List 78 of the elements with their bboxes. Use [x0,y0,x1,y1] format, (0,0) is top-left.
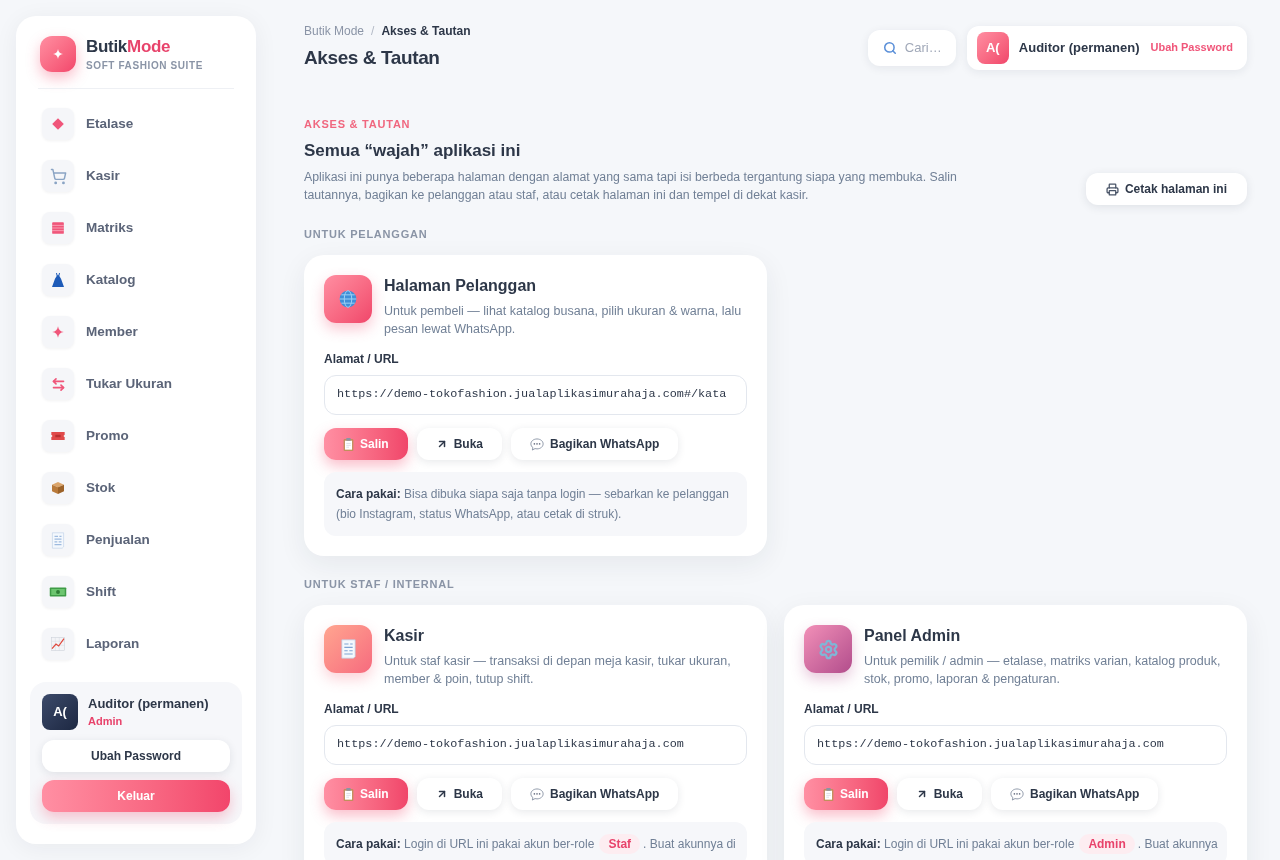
clipboard-icon [343,787,354,801]
usage-note-text: Cara pakai: Login di URL ini pakai akun ber-role [816,836,1075,853]
banknote-icon [42,576,74,608]
receipt-icon [324,625,372,673]
nav-item[interactable]: Katalog [30,258,242,302]
open-button[interactable]: Buka [896,778,983,810]
breadcrumb-separator: / [371,23,375,39]
section-eyebrow: AKSES & TAUTAN [304,117,412,132]
group-label: UNTUK PELANGGAN [304,227,429,242]
nav-item[interactable]: Tukar Ukuran [30,362,242,406]
ticket-icon [42,420,74,452]
page-title: Akses & Tautan [304,46,441,70]
search-icon [882,40,897,55]
open-button[interactable]: Buka [416,428,503,460]
usage-note-text: . Buat akunnya di [643,836,736,853]
url-field[interactable]: https://demo-tokofashion.jualaplikasimurahaja.com [324,725,747,765]
card-title: Kasir [384,626,426,646]
group-label: UNTUK STAF / INTERNAL [304,577,456,592]
card-description: Untuk staf kasir — transaksi di depan meja kasir, tukar ukuran, member & poin, tutup shift. [384,653,732,688]
user-avatar: A( [42,694,78,730]
globe-icon [324,275,372,323]
nav-item[interactable]: Laporan [30,622,242,666]
url-label: Alamat / URL [804,701,880,717]
box-icon [42,472,74,504]
url-label: Alamat / URL [324,701,400,717]
user-name: Auditor (permanen) [88,695,209,713]
brand-name: ButikMode [86,36,172,57]
open-button[interactable]: Buka [416,778,503,810]
breadcrumb-link[interactable]: Butik Mode [304,23,365,39]
sparkle-logo-icon [40,36,76,72]
nav-item[interactable]: Etalase [30,102,242,146]
nav-item[interactable]: Matriks [30,206,242,250]
user-name: Auditor (permanen) [1018,38,1140,57]
chart-icon [42,628,74,660]
speech-bubble-icon [1010,787,1025,801]
user-role: Admin [88,714,124,729]
card-title: Halaman Pelanggan [384,276,538,296]
brand-tagline: SOFT FASHION SUITE [86,59,203,72]
change-password-link[interactable]: Ubah Password [1150,39,1233,56]
receipt-icon [42,524,74,556]
speech-bubble-icon [530,787,545,801]
url-field[interactable]: https://demo-tokofashion.jualaplikasimurahaja.com [804,725,1227,765]
usage-note-text: Cara pakai: Login di URL ini pakai akun ber-role [336,836,595,853]
share-whatsapp-button[interactable]: Bagikan WhatsApp [511,428,679,460]
nav-item[interactable]: Kasir [30,154,242,198]
breadcrumb-current: Akses & Tautan [381,23,471,39]
cart-icon [42,160,74,192]
nav-item[interactable]: Stok [30,466,242,510]
nav-item[interactable]: Member [30,310,242,354]
nav-item[interactable]: Penjualan [30,518,242,562]
card-description: Untuk pembeli — lihat katalog busana, pilih ukuran & warna, lalu pesan lewat WhatsApp. [384,303,743,338]
url-field[interactable]: https://demo-tokofashion.jualaplikasimurahaja.com#/kata [324,375,747,415]
gear-icon [804,625,852,673]
sparkle-icon [42,316,74,348]
role-tag: Staf [599,834,641,854]
usage-note-text: Cara pakai: Bisa dibuka siapa saja tanpa login — sebarkan ke pelanggan (bio Instagram, status WhatsApp, atau cetak di struk). [336,487,729,521]
change-password-button[interactable]: Ubah Password [42,740,230,772]
printer-icon [1105,182,1119,196]
nav-item[interactable]: Promo [30,414,242,458]
url-label: Alamat / URL [324,351,400,367]
print-button[interactable]: Cetak halaman ini [1085,173,1247,205]
share-whatsapp-button[interactable]: Bagikan WhatsApp [991,778,1159,810]
card-description: Untuk pemilik / admin — etalase, matriks varian, katalog produk, stok, promo, laporan & pengaturan. [864,653,1222,688]
search-field[interactable]: Cari… [867,29,956,66]
swap-arrows-icon [42,368,74,400]
clipboard-icon [343,437,354,451]
section-heading: Semua “wajah” aplikasi ini [304,140,522,162]
clipboard-icon [823,787,834,801]
nav-item[interactable]: Shift [30,570,242,614]
dress-icon [42,264,74,296]
user-avatar: A( [976,31,1009,64]
grid-icon [42,212,74,244]
section-description: Aplikasi ini punya beberapa halaman dengan alamat yang sama tapi isi berbeda tergantung siapa yang membuka. Salin tautannya, bagikan ke pelanggan atau staf, atau cetak halaman ini dan tempel di dekat kasir. [304,169,958,204]
usage-note-text: . Buat akunnya [1137,836,1218,853]
speech-bubble-icon [530,437,545,451]
role-tag: Admin [1079,834,1135,854]
card-title: Panel Admin [864,626,962,646]
share-whatsapp-button[interactable]: Bagikan WhatsApp [511,778,679,810]
